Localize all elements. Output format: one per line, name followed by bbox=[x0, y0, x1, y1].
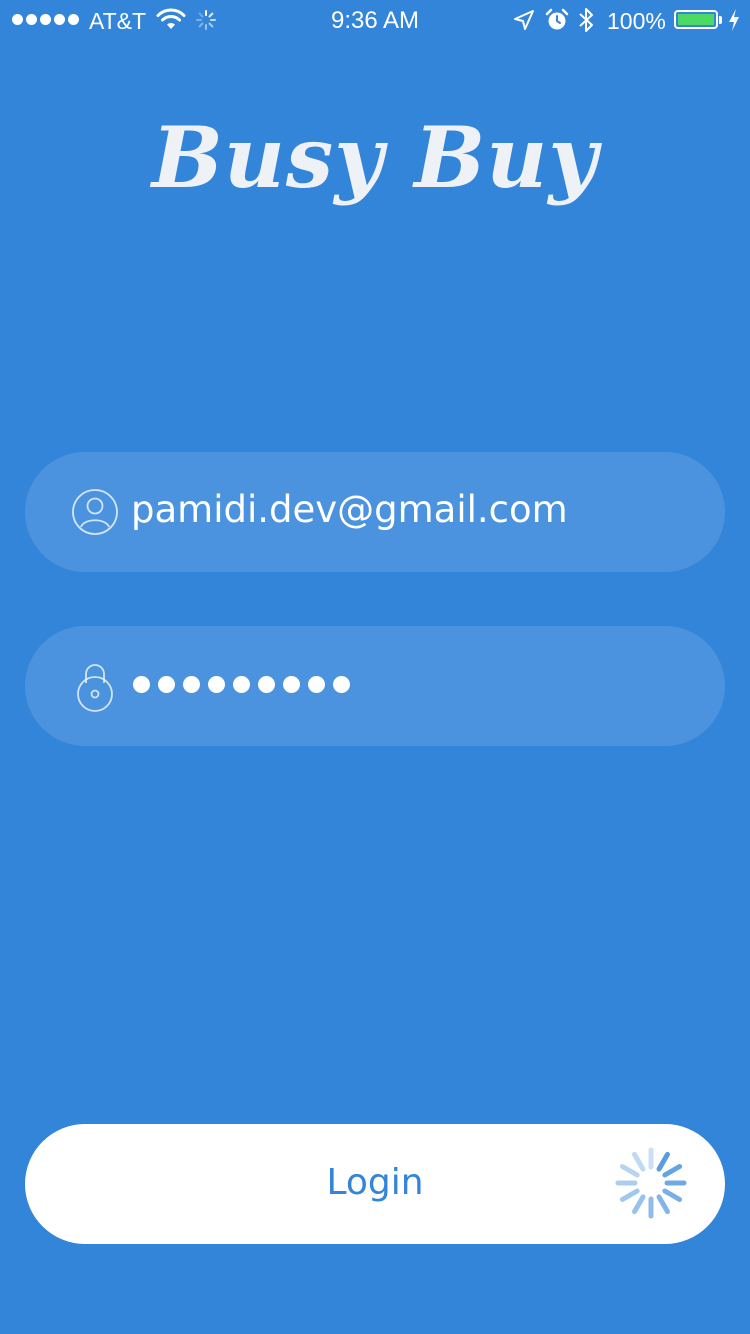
battery-icon bbox=[674, 10, 718, 29]
spinner-spoke bbox=[656, 1151, 670, 1172]
battery-tip bbox=[719, 16, 722, 24]
spinner-spoke bbox=[662, 1164, 683, 1178]
battery-percent: 100% bbox=[607, 8, 666, 34]
email-field[interactable]: pamidi.dev@gmail.com bbox=[25, 452, 725, 572]
password-mask-dot bbox=[133, 676, 150, 693]
password-mask-dot bbox=[308, 676, 325, 693]
spinner-spoke bbox=[632, 1194, 646, 1215]
email-input-value[interactable]: pamidi.dev@gmail.com bbox=[131, 488, 568, 531]
password-mask-dot bbox=[233, 676, 250, 693]
charging-bolt-icon bbox=[729, 9, 739, 31]
loading-spinner-icon bbox=[615, 1147, 687, 1219]
user-icon bbox=[72, 489, 118, 535]
location-arrow-icon bbox=[514, 10, 534, 30]
status-bar: AT&T 9:36 AM 100% bbox=[0, 0, 750, 40]
alarm-clock-icon bbox=[545, 8, 569, 30]
lock-icon bbox=[77, 664, 113, 712]
password-mask-dot bbox=[333, 676, 350, 693]
spinner-spoke bbox=[619, 1164, 640, 1178]
bluetooth-icon bbox=[579, 8, 593, 32]
spinner-spoke bbox=[619, 1188, 640, 1202]
spinner-spoke bbox=[656, 1194, 670, 1215]
password-mask-dot bbox=[208, 676, 225, 693]
password-mask-dot bbox=[183, 676, 200, 693]
spinner-spoke bbox=[632, 1151, 646, 1172]
battery-fill bbox=[678, 14, 714, 25]
password-input-value[interactable] bbox=[133, 676, 350, 693]
password-field[interactable] bbox=[25, 626, 725, 746]
login-button[interactable]: Login bbox=[25, 1124, 725, 1244]
password-mask-dot bbox=[258, 676, 275, 693]
password-mask-dot bbox=[283, 676, 300, 693]
spinner-spoke bbox=[662, 1188, 683, 1202]
app-logo: Busy Buy bbox=[151, 108, 599, 207]
password-mask-dot bbox=[158, 676, 175, 693]
